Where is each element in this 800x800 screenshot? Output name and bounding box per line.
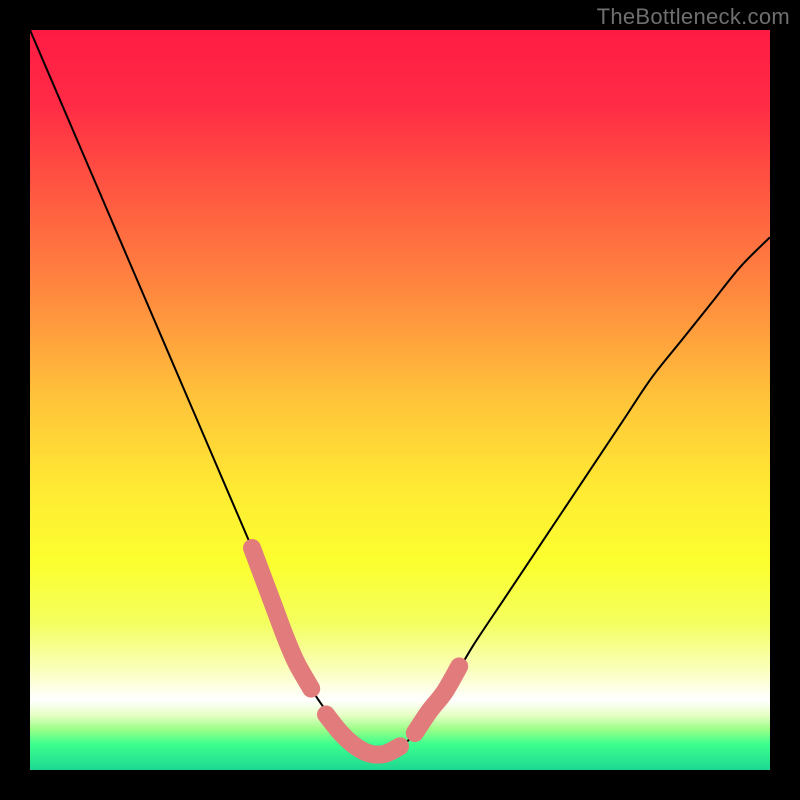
chart-container: TheBottleneck.com xyxy=(0,0,800,800)
watermark: TheBottleneck.com xyxy=(597,4,790,30)
bottleneck-curve-svg xyxy=(30,30,770,770)
gradient-background xyxy=(30,30,770,770)
plot-area xyxy=(30,30,770,770)
